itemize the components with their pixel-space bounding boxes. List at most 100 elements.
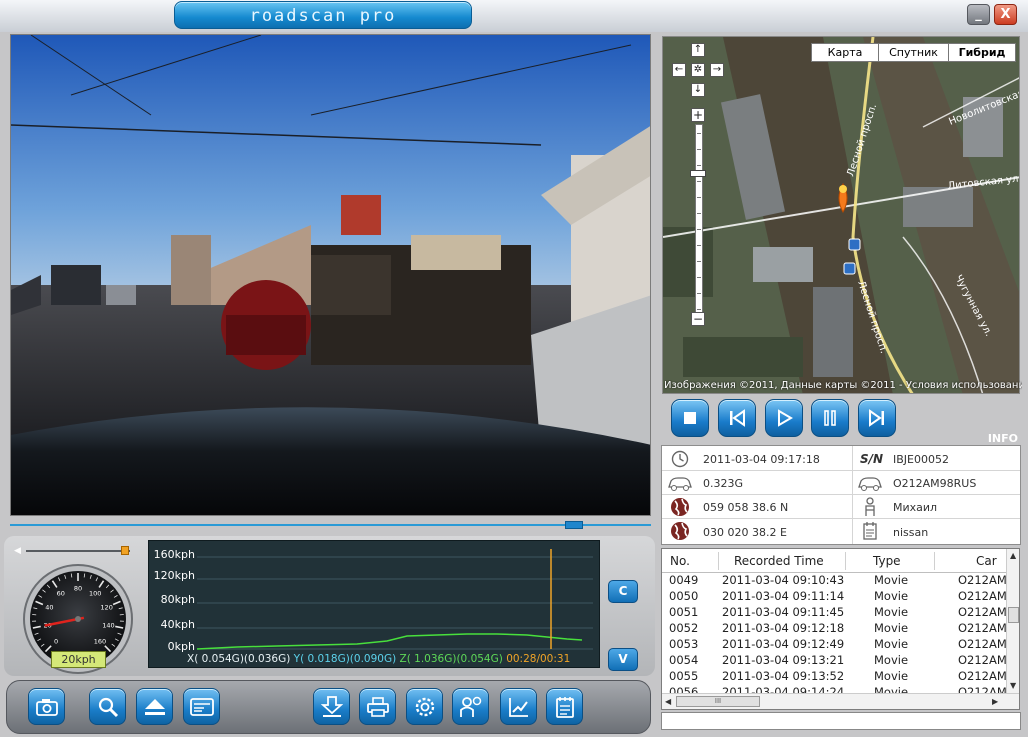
notes-icon: [555, 696, 574, 718]
info-car-plate: O212AM98RUS: [893, 477, 977, 490]
dial-label: 160: [94, 637, 106, 645]
graph-y-tick: 160kph: [153, 548, 195, 561]
pan-center-icon[interactable]: ✲: [691, 63, 705, 77]
stop-icon: [684, 412, 696, 424]
speaker-icon: ◀: [14, 546, 21, 556]
y-axis-readout: Y( 0.018G)(0.090G): [293, 653, 397, 665]
globe-icon: [670, 497, 690, 517]
map-zoom-slider[interactable]: [695, 124, 703, 320]
table-row[interactable]: 0049 2011-03-04 09:10:43 Movie O212AM: [662, 573, 1007, 589]
table-row[interactable]: 0055 2011-03-04 09:13:52 Movie O212AM: [662, 669, 1007, 685]
volume-slider[interactable]: ◀: [14, 546, 134, 556]
status-bar: [661, 712, 1021, 730]
user-profile-icon: [459, 696, 481, 717]
volume-knob[interactable]: [120, 546, 129, 555]
table-row[interactable]: 0051 2011-03-04 09:11:45 Movie O212AM: [662, 605, 1007, 621]
z-axis-readout: Z( 1.036G)(0.054G): [399, 653, 503, 665]
list-vertical-scrollbar[interactable]: ▲ ▼: [1006, 549, 1019, 693]
dial-label: 60: [57, 590, 65, 598]
vertical-scroll-thumb[interactable]: [1008, 607, 1019, 623]
graph-y-tick: 40kph: [160, 618, 195, 631]
minimize-button[interactable]: _: [967, 4, 990, 25]
column-no[interactable]: No.: [670, 554, 690, 568]
next-button[interactable]: [858, 399, 896, 437]
close-button[interactable]: X: [994, 4, 1017, 25]
scroll-left-icon[interactable]: ◀: [665, 697, 671, 706]
video-view[interactable]: [10, 34, 651, 516]
card-button[interactable]: [183, 688, 220, 725]
dial-label: 140: [102, 622, 114, 630]
seek-thumb[interactable]: [565, 521, 584, 529]
scroll-right-icon[interactable]: ▶: [992, 697, 998, 706]
table-row[interactable]: 0054 2011-03-04 09:13:21 Movie O212AM: [662, 653, 1007, 669]
print-icon: [366, 696, 389, 717]
car-plate-icon: [856, 473, 884, 493]
download-button[interactable]: [313, 688, 350, 725]
map-type-map[interactable]: Карта: [811, 43, 879, 62]
zoom-button[interactable]: [89, 688, 126, 725]
driver-icon: [860, 497, 880, 517]
map-type-hybrid[interactable]: Гибрид: [948, 43, 1016, 62]
globe-icon: [670, 521, 690, 541]
c-button[interactable]: C: [608, 580, 638, 603]
info-car-model: nissan: [893, 526, 929, 539]
dial-label: 0: [54, 637, 58, 645]
list-horizontal-scrollbar[interactable]: ◀ III ▶: [662, 693, 1019, 709]
pan-up-icon[interactable]: ↑: [691, 43, 705, 57]
previous-icon: [730, 409, 745, 427]
settings-button[interactable]: [406, 688, 443, 725]
scroll-down-icon[interactable]: ▼: [1010, 681, 1016, 690]
table-row[interactable]: 0050 2011-03-04 09:11:14 Movie O212AM: [662, 589, 1007, 605]
dial-label: 100: [89, 590, 101, 598]
table-row[interactable]: 0053 2011-03-04 09:12:49 Movie O212AM: [662, 637, 1007, 653]
satellite-map: Новолитовская Лесной просп. Литовская ул…: [663, 37, 1019, 393]
pan-right-icon[interactable]: →: [710, 63, 724, 77]
notepad-icon: [860, 521, 880, 541]
pause-button[interactable]: [811, 399, 849, 437]
volume-track[interactable]: [26, 550, 130, 552]
table-row[interactable]: 0056 2011-03-04 09:14:24 Movie O212AM: [662, 685, 1006, 693]
clock-icon: [670, 449, 690, 469]
map-type-satellite[interactable]: Спутник: [878, 43, 949, 62]
zoom-in-icon[interactable]: +: [691, 108, 705, 122]
chart-button[interactable]: [500, 688, 537, 725]
info-latitude: 059 058 38.6 N: [703, 501, 789, 514]
map-view[interactable]: Новолитовская Лесной просп. Литовская ул…: [662, 36, 1020, 394]
car-gforce-icon: [666, 473, 694, 493]
v-button[interactable]: V: [608, 648, 638, 671]
previous-button[interactable]: [718, 399, 756, 437]
recording-list[interactable]: No. Recorded Time Type Car 0049 2011-03-0…: [661, 548, 1020, 710]
stop-button[interactable]: [671, 399, 709, 437]
graph-plot[interactable]: [197, 545, 593, 651]
print-button[interactable]: [359, 688, 396, 725]
snapshot-button[interactable]: [28, 688, 65, 725]
info-serial: IBJE00052: [893, 453, 949, 466]
column-car[interactable]: Car: [976, 554, 997, 568]
info-driver: Михаил: [893, 501, 938, 514]
x-axis-readout: X( 0.054G)(0.036G): [187, 653, 291, 665]
table-row[interactable]: 0052 2011-03-04 09:12:18 Movie O212AM: [662, 621, 1007, 637]
pan-down-icon[interactable]: ↓: [691, 83, 705, 97]
title-bar: roadscan pro _ X: [0, 0, 1028, 32]
zoom-out-icon[interactable]: −: [691, 312, 705, 326]
notes-button[interactable]: [546, 688, 583, 725]
eject-icon: [144, 698, 165, 715]
info-longitude: 030 020 38.2 E: [703, 526, 787, 539]
pan-left-icon[interactable]: ←: [672, 63, 686, 77]
eject-button[interactable]: [136, 688, 173, 725]
chart-icon: [508, 697, 528, 717]
column-recorded-time[interactable]: Recorded Time: [734, 554, 824, 568]
user-profile-button[interactable]: [452, 688, 489, 725]
settings-icon: [415, 697, 434, 716]
seek-bar[interactable]: [10, 524, 651, 526]
play-button[interactable]: [765, 399, 803, 437]
scroll-up-icon[interactable]: ▲: [1010, 551, 1016, 560]
map-zoom-knob[interactable]: [690, 170, 706, 177]
speed-trace: [197, 633, 583, 650]
horizontal-scroll-thumb[interactable]: III: [676, 696, 760, 707]
dial-label: 80: [74, 585, 82, 593]
column-type[interactable]: Type: [873, 554, 901, 568]
card-icon: [189, 697, 214, 716]
info-panel: 2011-03-04 09:17:18 0.323G 059 058 38.6 …: [661, 445, 1021, 545]
dashcam-frame: [11, 35, 650, 515]
